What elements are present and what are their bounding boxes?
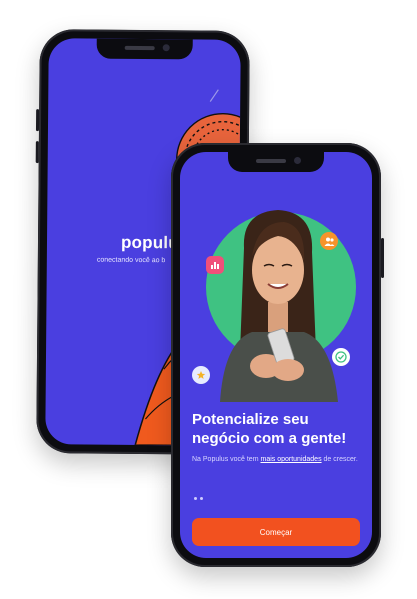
volume-button <box>35 141 39 164</box>
page-dot[interactable] <box>200 497 203 500</box>
speaker-grille <box>124 45 155 51</box>
speaker-grille <box>256 159 286 163</box>
front-camera <box>294 157 301 164</box>
phone-notch <box>96 38 193 60</box>
onboarding-screen: Potencialize seu negócio com a gente! Na… <box>180 152 372 558</box>
subtitle-text: de crescer. <box>321 456 358 463</box>
onboarding-headline: Potencialize seu negócio com a gente! <box>192 410 362 448</box>
headline-line: negócio com a gente! <box>192 430 347 447</box>
page-indicator <box>194 487 206 505</box>
page-dot[interactable] <box>194 497 197 500</box>
check-circle-icon <box>332 348 350 366</box>
power-button <box>381 238 384 278</box>
start-button[interactable]: Começar <box>192 518 360 546</box>
chart-icon <box>206 256 224 274</box>
subtitle-text: Na Populus você tem <box>192 456 261 463</box>
star-icon <box>192 366 210 384</box>
headline-line: Potencialize seu <box>192 411 309 428</box>
onboarding-phone-frame: Potencialize seu negócio com a gente! Na… <box>171 143 384 567</box>
brand-tagline: conectando você ao b <box>96 256 166 265</box>
users-icon <box>320 232 338 250</box>
onboarding-subtitle: Na Populus você tem mais oportunidades d… <box>192 455 362 465</box>
phone-notch <box>228 152 324 172</box>
opportunities-link[interactable]: mais oportunidades <box>260 456 321 463</box>
volume-button <box>35 109 40 132</box>
front-camera <box>162 44 170 52</box>
